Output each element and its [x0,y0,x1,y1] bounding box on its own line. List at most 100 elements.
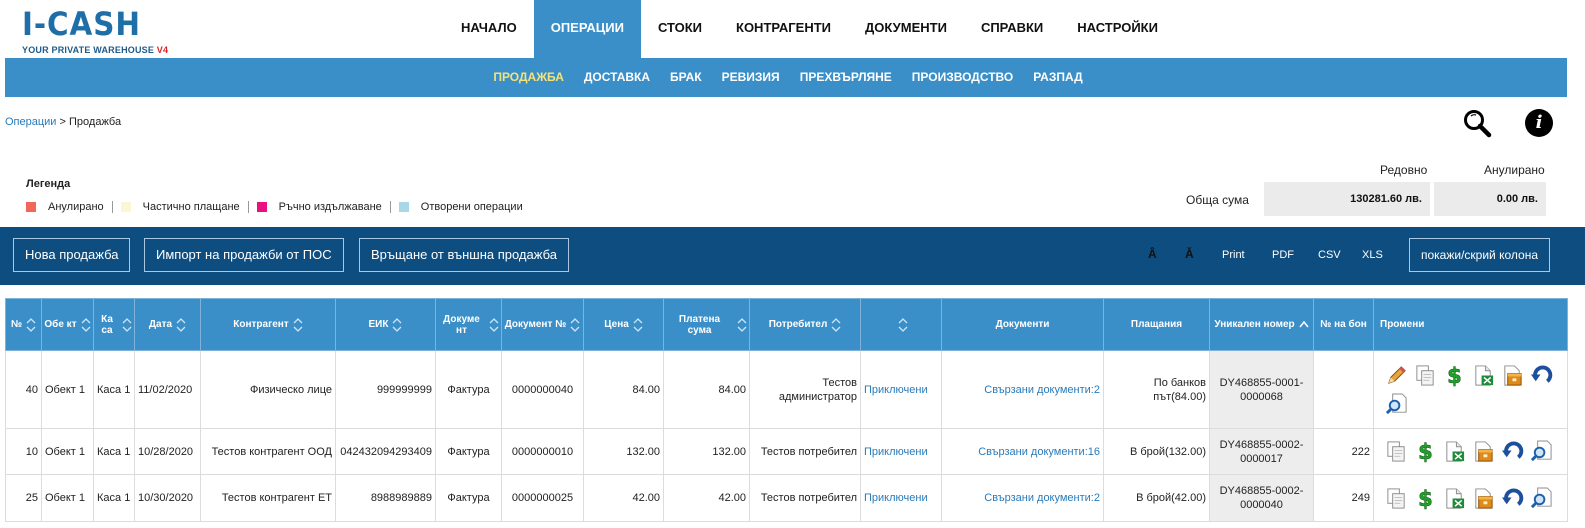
nav-partners[interactable]: КОНТРАГЕНТИ [719,0,848,58]
table-row[interactable]: 10 Обект 1 Каса 1 10/28/2020 Тестов контраге… [5,428,1568,475]
col-header-document[interactable]: Докуме нт [435,298,502,351]
col-header-changes: Промени [1373,298,1568,351]
excel-export-icon[interactable] [1443,440,1466,463]
col-header-price[interactable]: Цена [583,298,664,351]
cell-user: Тестов администратор [749,350,861,429]
status-link[interactable]: Приключени [864,492,928,504]
undo-arrow-icon[interactable] [1501,440,1524,463]
col-header-eik[interactable]: ЕИК [335,298,436,351]
related-documents-link[interactable]: Свързани документи:2 [984,492,1100,504]
cell-documents[interactable]: Свързани документи:16 [941,428,1104,475]
col-header-unique-number[interactable]: Уникален номер [1209,298,1314,351]
cell-documents[interactable]: Свързани документи:2 [941,350,1104,429]
return-external-sale-button[interactable]: Връщане от външна продажба [359,238,569,272]
nav-home[interactable]: НАЧАЛО [444,0,534,58]
info-icon[interactable]: i [1525,109,1553,137]
sort-icon [26,317,36,332]
col-header-label: Потребител [768,319,828,330]
col-header-paid[interactable]: Платена сума [663,298,750,351]
col-header-till[interactable]: Ка са [93,298,135,351]
magnifier-icon[interactable] [1385,392,1408,416]
dollar-icon[interactable]: $ [1414,485,1437,511]
col-header-label: Документ № [504,319,567,330]
nav-documents[interactable]: ДОКУМЕНТИ [848,0,964,58]
col-header-label: Уникален номер [1214,319,1295,330]
cell-status[interactable]: Приключени [860,428,942,475]
archive-icon[interactable] [1472,487,1495,510]
excel-export-icon[interactable] [1443,487,1466,510]
col-header-number[interactable]: № [5,298,42,351]
cell-unique-number: DY468855-0002-0000040 [1209,474,1314,522]
totals-regular-header: Редовно [1380,163,1428,177]
status-link[interactable]: Приключени [864,446,928,458]
subnav-transfer[interactable]: ПРЕХВЪРЛЯНЕ [790,58,902,97]
col-header-document-number[interactable]: Документ № [501,298,584,351]
cell-user: Тестов потребител [749,428,861,475]
col-header-status[interactable] [860,298,942,351]
xls-button[interactable]: XLS [1362,249,1383,261]
nav-reports[interactable]: СПРАВКИ [964,0,1060,58]
subnav-sale[interactable]: ПРОДАЖБА [483,58,574,97]
cell-payments: В брой(132.00) [1103,428,1210,475]
toggle-columns-button[interactable]: покажи/скрий колона [1409,238,1550,272]
copy-icon[interactable] [1385,440,1408,463]
cell-status[interactable]: Приключени [860,474,942,522]
cell-number: 25 [5,474,42,522]
magnifier-icon[interactable] [1530,440,1553,463]
archive-icon[interactable] [1472,440,1495,463]
legend-swatch-open [398,202,409,212]
font-increase-button[interactable]: Â [1148,247,1157,261]
copy-icon[interactable] [1414,364,1437,387]
pdf-button[interactable]: PDF [1272,249,1294,261]
nav-operations[interactable]: ОПЕРАЦИИ [533,0,641,58]
subnav-revision[interactable]: РЕВИЗИЯ [712,58,790,97]
subnav-scrap[interactable]: БРАК [660,58,712,97]
cell-number: 10 [5,428,42,475]
print-button[interactable]: Print [1222,249,1245,261]
cell-payments: По банков път(84.00) [1103,350,1210,429]
nav-stocks[interactable]: СТОКИ [641,0,719,58]
cell-actions: $ [1373,474,1568,522]
col-header-partner[interactable]: Контрагент [200,298,336,351]
table-row[interactable]: 25 Обект 1 Каса 1 10/30/2020 Тестов контраге… [5,474,1568,522]
related-documents-link[interactable]: Свързани документи:2 [984,384,1100,396]
new-sale-button[interactable]: Нова продажба [13,238,131,272]
font-decrease-button[interactable]: Ǎ [1185,247,1194,261]
undo-arrow-icon[interactable] [1501,487,1524,510]
sort-icon [293,317,303,332]
subnav-delivery[interactable]: ДОСТАВКА [574,58,660,97]
logo[interactable]: I-CASH YOUR PRIVATE WAREHOUSE V4 [22,6,168,56]
magnifier-icon[interactable] [1530,486,1553,510]
copy-icon[interactable] [1385,487,1408,510]
sort-icon [898,317,908,332]
import-pos-button[interactable]: Импорт на продажби от ПОС [144,238,344,272]
csv-button[interactable]: CSV [1318,249,1341,261]
archive-icon[interactable] [1501,364,1524,387]
totals-annulled-value: 0.00 лв. [1434,182,1546,216]
dollar-icon[interactable]: $ [1443,362,1466,388]
pencil-icon[interactable] [1385,364,1408,387]
undo-arrow-icon[interactable] [1530,364,1553,387]
cell-documents[interactable]: Свързани документи:2 [941,474,1104,522]
table-row[interactable]: 40 Обект 1 Каса 1 11/02/2020 Физическо лице 9… [5,350,1568,429]
status-link[interactable]: Приключени [864,384,928,396]
cell-paid: 132.00 [663,428,750,475]
search-icon[interactable] [1462,108,1492,138]
cell-receipt-number: 249 [1313,474,1374,522]
col-header-date[interactable]: Дата [134,298,201,351]
cell-user: Тестов потребител [749,474,861,522]
col-header-user[interactable]: Потребител [749,298,861,351]
dollar-icon[interactable]: $ [1414,439,1437,465]
col-header-object[interactable]: Обе кт [41,298,94,351]
col-header-label: Обе кт [44,319,77,330]
breadcrumb-operations-link[interactable]: Операции [5,116,56,128]
subnav-production[interactable]: ПРОИЗВОДСТВО [902,58,1023,97]
excel-export-icon[interactable] [1472,364,1495,387]
nav-settings[interactable]: НАСТРОЙКИ [1060,0,1175,58]
cell-status[interactable]: Приключени [860,350,942,429]
cell-eik: 042432094293409 [335,428,436,475]
totals-annulled-header: Анулирано [1484,163,1545,177]
cell-unique-number: DY468855-0001-0000068 [1209,350,1314,429]
related-documents-link[interactable]: Свързани документи:16 [978,446,1100,458]
subnav-decomposition[interactable]: РАЗПАД [1023,58,1092,97]
